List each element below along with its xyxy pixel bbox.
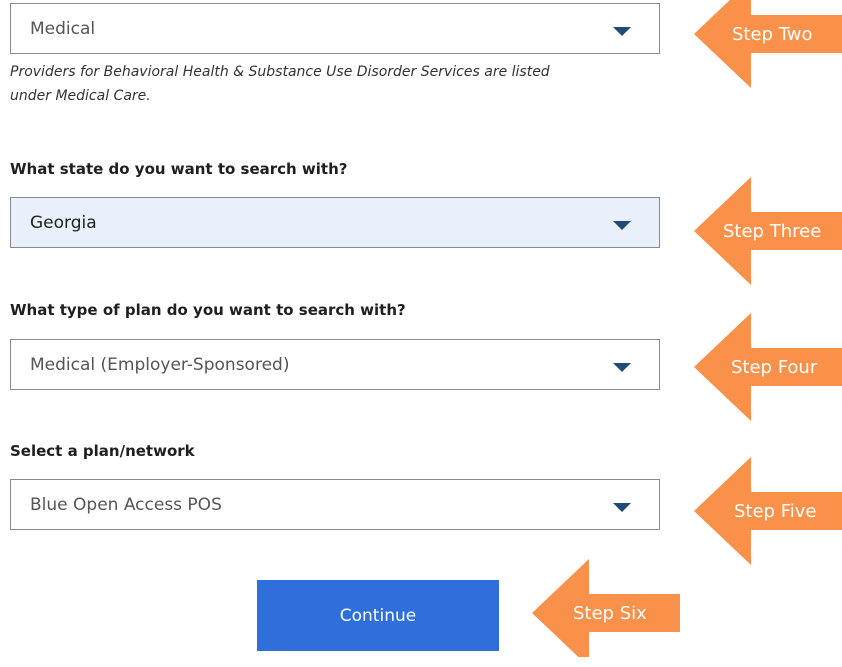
step-two-label: Step Two bbox=[732, 23, 813, 45]
step-four-label: Step Four bbox=[731, 356, 818, 378]
plan-network-label: Select a plan/network bbox=[10, 442, 195, 460]
care-type-value: Medical bbox=[30, 18, 96, 39]
state-select[interactable]: Georgia bbox=[10, 197, 660, 248]
chevron-down-icon bbox=[613, 27, 631, 36]
care-type-select[interactable]: Medical bbox=[10, 3, 660, 54]
step-three-arrow-callout: Step Three bbox=[694, 177, 842, 285]
step-four-arrow-callout: Step Four bbox=[694, 313, 842, 421]
step-two-arrow-callout: Step Two bbox=[694, 0, 842, 88]
plan-network-value: Blue Open Access POS bbox=[30, 494, 222, 515]
state-question-label: What state do you want to search with? bbox=[10, 160, 348, 178]
step-six-arrow-callout: Step Six bbox=[532, 559, 680, 657]
chevron-down-icon bbox=[613, 503, 631, 512]
plan-type-value: Medical (Employer-Sponsored) bbox=[30, 354, 290, 375]
plan-type-question-label: What type of plan do you want to search … bbox=[10, 301, 406, 319]
state-value: Georgia bbox=[30, 212, 97, 233]
step-five-label: Step Five bbox=[734, 500, 817, 522]
step-five-arrow-callout: Step Five bbox=[694, 457, 842, 565]
chevron-down-icon bbox=[613, 221, 631, 230]
plan-network-select[interactable]: Blue Open Access POS bbox=[10, 479, 660, 530]
step-three-label: Step Three bbox=[723, 220, 822, 242]
chevron-down-icon bbox=[613, 363, 631, 372]
step-six-label: Step Six bbox=[573, 602, 647, 624]
plan-type-select[interactable]: Medical (Employer-Sponsored) bbox=[10, 339, 660, 390]
behavioral-health-note: Providers for Behavioral Health & Substa… bbox=[10, 64, 550, 104]
continue-button[interactable]: Continue bbox=[257, 580, 499, 651]
